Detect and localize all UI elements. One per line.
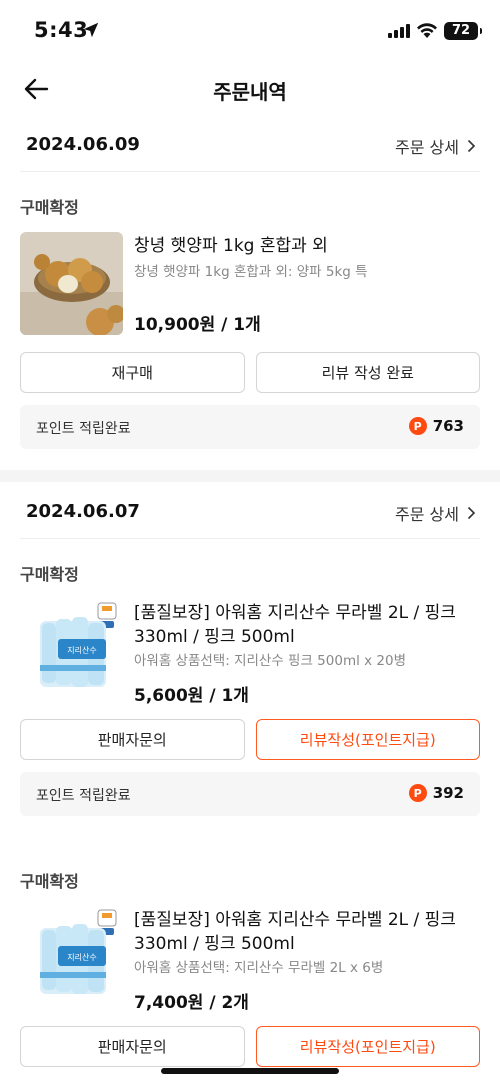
seller-inquiry-button[interactable]: 판매자문의: [20, 719, 245, 760]
chevron-right-icon: [467, 506, 476, 520]
point-value: P 763: [408, 417, 464, 435]
point-label: 포인트 적립완료: [36, 421, 131, 437]
wifi-icon: [417, 23, 437, 38]
point-value: P 392: [408, 784, 464, 802]
svg-text:지리산수: 지리산수: [67, 952, 96, 962]
product-price: 7,400원 / 2개: [134, 993, 249, 1013]
product-option: 아워홈 상품선택: 지리산수 핑크 500ml x 20병: [134, 653, 407, 669]
action-buttons: 판매자문의 리뷰작성(포인트지급): [20, 719, 480, 760]
point-p-icon: P: [408, 784, 427, 802]
product-name: 창녕 햇양파 1kg 혼합과 외: [134, 236, 328, 256]
order-group: 2024.06.07 주문 상세 구매확정 지리산수 [품질보장] 아워홈 지리…: [0, 485, 500, 1067]
review-done-button[interactable]: 리뷰 작성 완료: [255, 352, 480, 393]
product-thumbnail-water[interactable]: 지리산수: [20, 599, 123, 702]
point-label: 포인트 적립완료: [36, 788, 131, 804]
rebuy-button[interactable]: 재구매: [20, 352, 245, 393]
order-header: 2024.06.09 주문 상세: [20, 118, 480, 172]
write-review-button[interactable]: 리뷰작성(포인트지급): [255, 1026, 480, 1067]
point-p-icon: P: [408, 417, 427, 435]
onion-image: [20, 232, 123, 335]
order-date: 2024.06.07: [26, 501, 140, 522]
seller-inquiry-button[interactable]: 판매자문의: [20, 1026, 245, 1067]
status-time: 5:43: [34, 18, 89, 42]
order-group: 2024.06.09 주문 상세 구매확정 창녕 햇양파 1kg 혼합과 외 창…: [0, 118, 500, 449]
page-title: 주문내역: [213, 80, 287, 104]
product-option: 아워홈 상품선택: 지리산수 무라벨 2L x 6병: [134, 960, 384, 976]
order-detail-link[interactable]: 주문 상세: [395, 501, 476, 525]
item-body[interactable]: 지리산수 [품질보장] 아워홈 지리산수 무라벨 2L / 핑크 330ml /…: [20, 599, 480, 706]
location-arrow-icon: [83, 22, 99, 38]
order-header: 2024.06.07 주문 상세: [20, 485, 480, 539]
item-status: 구매확정: [20, 872, 79, 891]
app-header: 주문내역: [0, 62, 500, 116]
order-item: 구매확정 창녕 햇양파 1kg 혼합과 외 창녕 햇양파 1kg 혼합과 외: …: [20, 172, 480, 449]
home-indicator: [161, 1068, 339, 1074]
product-name: [품질보장] 아워홈 지리산수 무라벨 2L / 핑크 330ml / 핑크 5…: [134, 603, 456, 647]
product-price: 10,900원 / 1개: [134, 315, 261, 335]
battery-indicator: 72: [444, 22, 482, 40]
product-name: [품질보장] 아워홈 지리산수 무라벨 2L / 핑크 330ml / 핑크 5…: [134, 910, 456, 954]
svg-text:지리산수: 지리산수: [67, 645, 96, 655]
action-buttons: 판매자문의 리뷰작성(포인트지급): [20, 1026, 480, 1067]
order-date: 2024.06.09: [26, 134, 140, 155]
product-thumbnail-water[interactable]: 지리산수: [20, 906, 123, 1009]
order-detail-label: 주문 상세: [395, 138, 459, 157]
action-buttons: 재구매 리뷰 작성 완료: [20, 352, 480, 393]
order-detail-label: 주문 상세: [395, 505, 459, 524]
status-bar: 5:43 72: [0, 0, 500, 62]
point-summary: 포인트 적립완료 P 763: [20, 405, 480, 449]
cellular-signal-icon: [388, 24, 410, 38]
point-summary: 포인트 적립완료 P 392: [20, 772, 480, 816]
water-bottles-image: 지리산수: [20, 906, 123, 1009]
chevron-right-icon: [467, 139, 476, 153]
product-thumbnail-onion[interactable]: [20, 232, 123, 335]
order-item: 구매확정 지리산수 [품질보장] 아워홈 지리산수 무라벨 2L / 핑크 33…: [20, 539, 480, 816]
order-item: 구매확정 지리산수 [품질보장] 아워홈 지리산수 무라벨 2L / 핑크 33…: [20, 846, 480, 1067]
order-detail-link[interactable]: 주문 상세: [395, 134, 476, 158]
water-bottles-image: 지리산수: [20, 599, 123, 702]
product-price: 5,600원 / 1개: [134, 686, 249, 706]
item-body[interactable]: 지리산수 [품질보장] 아워홈 지리산수 무라벨 2L / 핑크 330ml /…: [20, 906, 480, 1013]
item-status: 구매확정: [20, 198, 79, 217]
item-status: 구매확정: [20, 565, 79, 584]
write-review-button[interactable]: 리뷰작성(포인트지급): [255, 719, 480, 760]
section-divider: [0, 470, 500, 482]
point-amount: 763: [432, 417, 464, 435]
product-option: 창녕 햇양파 1kg 혼합과 외: 양파 5kg 특: [134, 264, 368, 280]
point-amount: 392: [432, 784, 464, 802]
item-body[interactable]: 창녕 햇양파 1kg 혼합과 외 창녕 햇양파 1kg 혼합과 외: 양파 5k…: [20, 232, 480, 338]
